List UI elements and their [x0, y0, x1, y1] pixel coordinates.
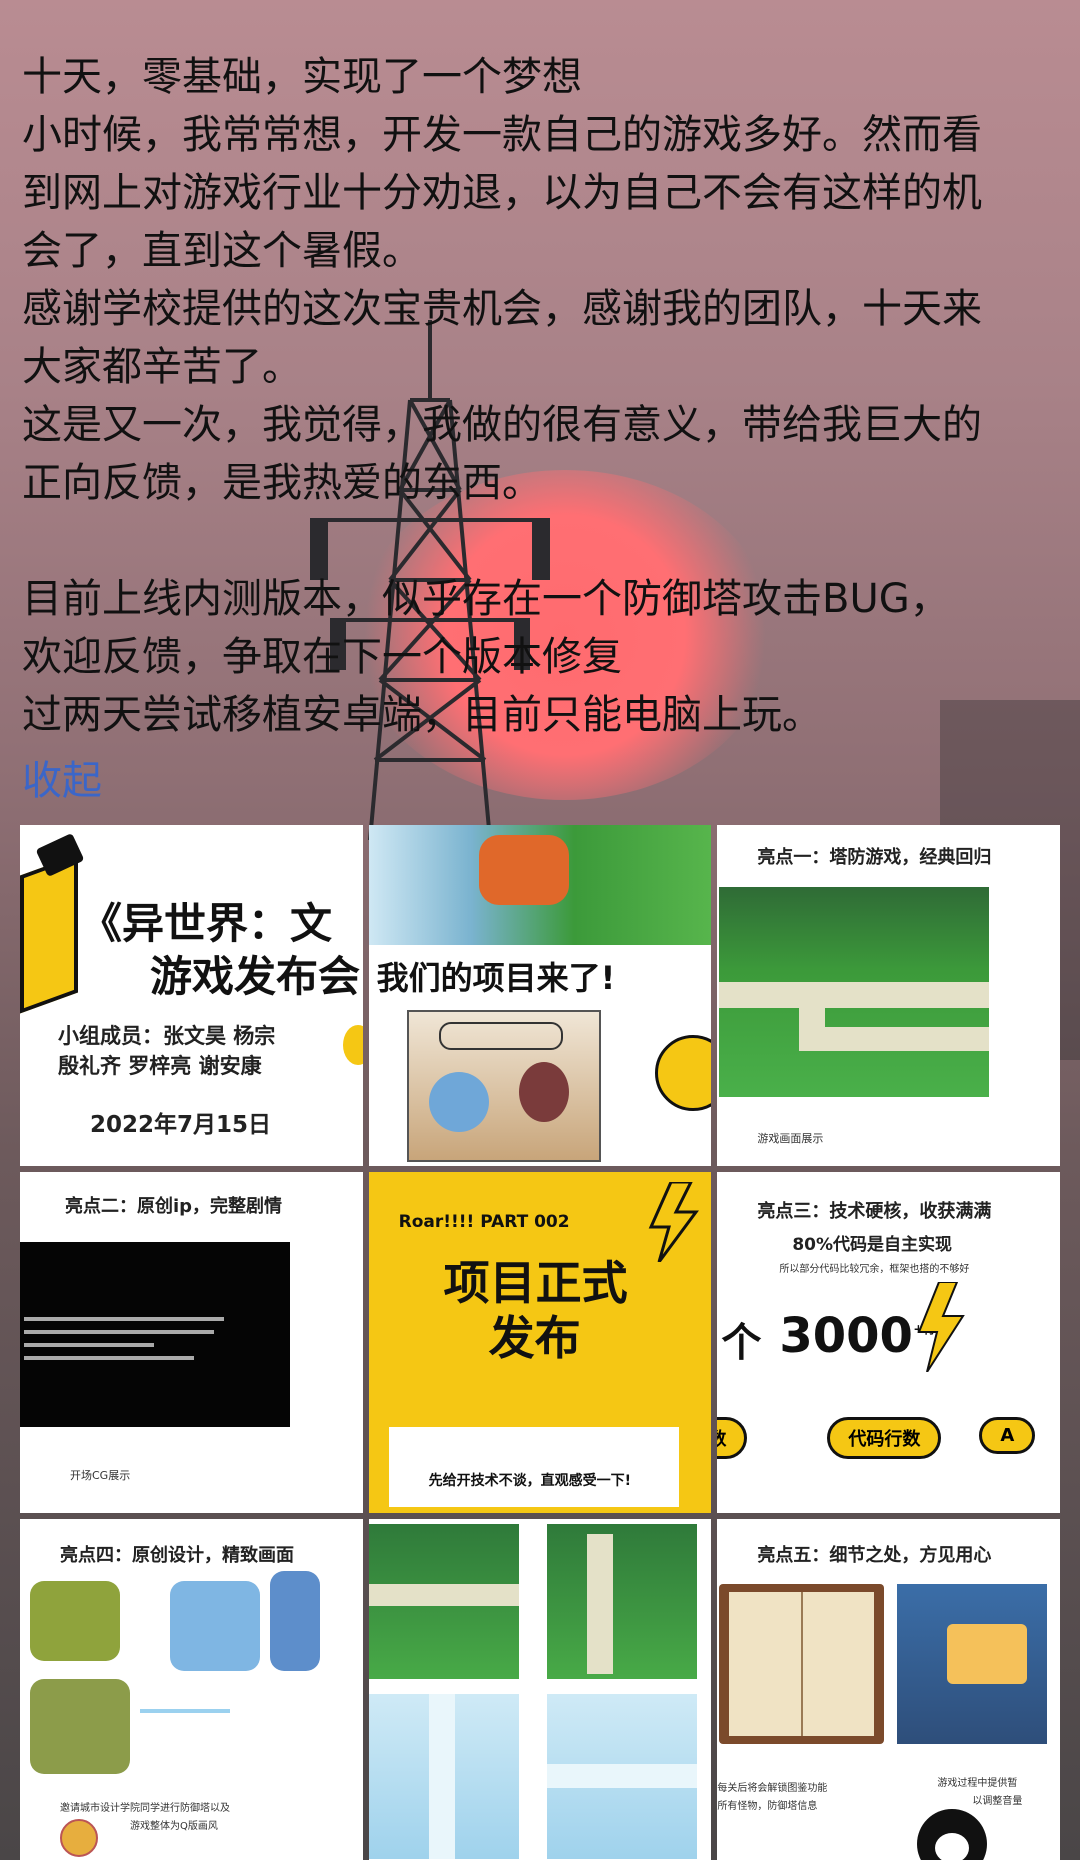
level-screenshot-1: [368, 1524, 519, 1679]
character-art-4: [30, 1679, 130, 1774]
highlight-4-title: 亮点四：原创设计，精致画面: [60, 1545, 294, 1566]
stat-pill-left: 数: [717, 1417, 748, 1459]
yellow-dot-decoration: [342, 1025, 363, 1065]
game-poster-image: [406, 1010, 601, 1162]
cover-members-line1: 小组成员：张文昊 杨宗: [58, 1024, 276, 1048]
release-title-line2: 发布: [488, 1311, 581, 1365]
image-tile-highlight-4[interactable]: 亮点四：原创设计，精致画面 邀请城市设计学院同学进行防御塔以及 游戏整体为Q版画…: [20, 1519, 363, 1860]
release-bottom-text: 先给开技术不谈，直观感受一下!: [428, 1473, 632, 1489]
cover-date: 2022年7月15日: [90, 1112, 272, 1138]
post-line: 正向反馈，是我热爱的东西。: [22, 460, 542, 506]
character-art-3: [270, 1571, 320, 1671]
post-text: 十天，零基础，实现了一个梦想 小时候，我常常想，开发一款自己的游戏多好。然而看 …: [22, 48, 1062, 810]
badge-icon: [60, 1819, 98, 1857]
highlight-5-caption-1: 每关后将会解锁图鉴功能: [717, 1783, 828, 1794]
image-tile-release[interactable]: Roar!!!! PART 002 项目正式 发布 先给开技术不谈，直观感受一下…: [368, 1172, 712, 1513]
highlight-4-caption-1: 邀请城市设计学院同学进行防御塔以及: [60, 1803, 230, 1814]
image-tile-highlight-1[interactable]: 亮点一：塔防游戏，经典回归 游戏画面展示: [717, 825, 1060, 1166]
cover-title-line1: 《异世界：文: [80, 899, 333, 948]
highlight-1-caption: 游戏画面展示: [757, 1132, 824, 1145]
announce-headline: 我们的项目来了!: [376, 959, 616, 997]
post-line: 欢迎反馈，争取在下一个版本修复: [22, 634, 622, 680]
highlight-4-caption-2: 游戏整体为Q版画风: [130, 1821, 218, 1832]
image-tile-highlight-2[interactable]: 亮点二：原创ip，完整剧情 开场CG展示: [20, 1172, 363, 1513]
settings-screenshot: [897, 1584, 1048, 1744]
post-line: 这是又一次，我觉得，我做的很有意义，带给我巨大的: [22, 402, 982, 448]
post-line: 过两天尝试移植安卓端，目前只能电脑上玩。: [22, 692, 822, 738]
image-tile-cover[interactable]: 《异世界：文 游戏发布会 小组成员：张文昊 杨宗 殷礼齐 罗梓亮 谢安康 202…: [20, 825, 363, 1166]
lightning-icon: [649, 1182, 700, 1262]
level-screenshot-4: [546, 1694, 697, 1859]
highlight-2-title: 亮点二：原创ip，完整剧情: [65, 1196, 283, 1217]
highlight-5-caption-2: 所有怪物，防御塔信息: [717, 1801, 818, 1812]
post-line: 十天，零基础，实现了一个梦想: [22, 54, 582, 100]
post-line: 目前上线内测版本，似乎存在一个防御塔攻击BUG，: [22, 576, 950, 622]
highlight-3-note: 所以部分代码比较冗余，框架也搭的不够好: [779, 1264, 970, 1275]
floating-avatar-icon[interactable]: [917, 1809, 988, 1860]
codex-book-screenshot: [719, 1584, 885, 1744]
collapse-link[interactable]: 收起: [22, 752, 102, 810]
tower-defense-screenshot: [719, 887, 990, 1097]
release-tag: Roar!!!! PART 002: [398, 1212, 570, 1232]
stat-pill-right: A: [979, 1417, 1036, 1454]
post-line: 大家都辛苦了。: [22, 344, 302, 390]
image-tile-gameplay-collage[interactable]: [368, 1519, 712, 1860]
highlight-5-caption-3: 游戏过程中提供暂: [937, 1778, 1018, 1789]
image-grid: 《异世界：文 游戏发布会 小组成员：张文昊 杨宗 殷礼齐 罗梓亮 谢安康 202…: [20, 825, 1060, 1860]
level-screenshot-3: [368, 1694, 519, 1859]
stat-number: 3000: [779, 1308, 913, 1364]
post-line: 会了，直到这个暑假。: [22, 228, 422, 274]
lava-map-thumbnail: [478, 835, 569, 905]
projectile-art: [140, 1709, 230, 1713]
highlight-5-title: 亮点五：细节之处，方见用心: [757, 1545, 992, 1566]
post-line: 小时候，我常常想，开发一款自己的游戏多好。然而看: [22, 112, 982, 158]
highlight-1-title: 亮点一：塔防游戏，经典回归: [757, 847, 992, 868]
cg-video-frame: [20, 1242, 290, 1427]
highlight-3-subtitle: 80%代码是自主实现: [792, 1235, 953, 1255]
character-art-2: [170, 1581, 260, 1671]
cover-members-line2: 殷礼齐 罗梓亮 谢安康: [58, 1054, 262, 1078]
character-art-1: [30, 1581, 120, 1661]
yellow-shape-decoration: [20, 854, 78, 1014]
cover-title-line2: 游戏发布会: [150, 952, 361, 1001]
image-tile-highlight-5[interactable]: 亮点五：细节之处，方见用心 每关后将会解锁图鉴功能 所有怪物，防御塔信息 游戏过…: [717, 1519, 1060, 1860]
lightning-icon: [917, 1282, 966, 1372]
highlight-5-caption-4: 以调整音量: [972, 1796, 1023, 1807]
stat-pill-lines: 代码行数: [827, 1417, 942, 1459]
post-line: [22, 512, 1062, 570]
level-screenshot-2: [546, 1524, 697, 1679]
post-line: 到网上对游戏行业十分劝退，以为自己不会有这样的机: [22, 170, 982, 216]
yellow-circle-decoration: [655, 1035, 712, 1111]
image-tile-highlight-3[interactable]: 亮点三：技术硬核，收获满满 80%代码是自主实现 所以部分代码比较冗余，框架也搭…: [717, 1172, 1060, 1513]
highlight-2-caption: 开场CG展示: [70, 1469, 131, 1482]
highlight-3-title: 亮点三：技术硬核，收获满满: [757, 1201, 992, 1222]
post-line: 感谢学校提供的这次宝贵机会，感谢我的团队，十天来: [22, 286, 982, 332]
image-tile-project-announce[interactable]: 我们的项目来了!: [368, 825, 712, 1166]
stat-prefix: 个: [721, 1320, 762, 1366]
white-band: [388, 1427, 679, 1507]
